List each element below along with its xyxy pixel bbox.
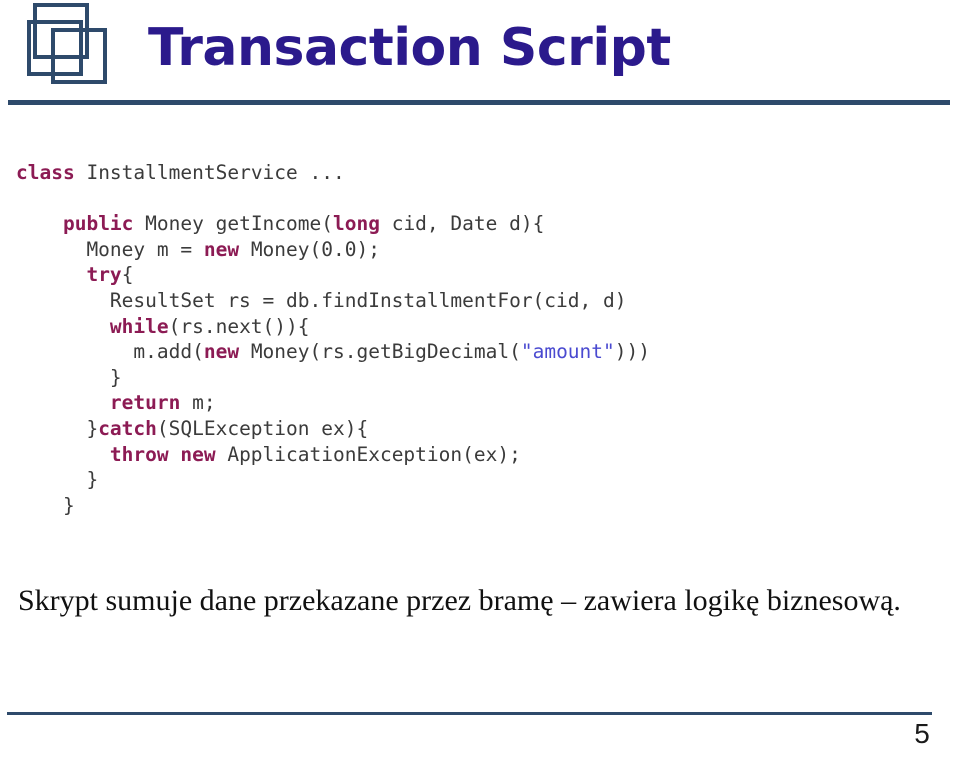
- code-line: try{: [16, 262, 960, 288]
- code-keyword: catch: [98, 416, 157, 440]
- code-line: while(rs.next()){: [16, 314, 960, 340]
- code-line: m.add(new Money(rs.getBigDecimal("amount…: [16, 339, 960, 365]
- code-text: Money m =: [16, 237, 204, 261]
- code-text: }: [16, 365, 122, 389]
- code-text: (rs.next()){: [168, 314, 310, 338]
- code-text: }: [16, 493, 75, 517]
- code-keyword: try: [86, 263, 122, 287]
- code-keyword: public: [62, 212, 146, 236]
- code-text: Money(rs.getBigDecimal(: [250, 340, 521, 364]
- code-keyword: class: [16, 161, 87, 184]
- code-text: {: [121, 263, 134, 287]
- code-keyword: new: [203, 340, 251, 364]
- code-text: }: [16, 416, 99, 440]
- code-line: }: [16, 467, 960, 493]
- code-text: (SQLException ex){: [156, 416, 369, 440]
- footer-divider: [7, 712, 932, 715]
- page-number: 5: [914, 718, 930, 749]
- code-line: ResultSet rs = db.findInstallmentFor(cid…: [16, 288, 960, 314]
- page-title: Transaction Script: [148, 18, 671, 78]
- code-keyword: new: [203, 237, 251, 261]
- code-keyword: return: [109, 391, 193, 415]
- code-keyword: while: [109, 314, 169, 338]
- code-text: ))): [614, 340, 650, 364]
- code-keyword: throw new: [109, 442, 228, 466]
- code-text: cid, Date d){: [391, 212, 545, 236]
- code-line: Money m = new Money(0.0);: [16, 237, 960, 263]
- header-divider: [8, 100, 950, 105]
- code-line: ​: [16, 186, 960, 212]
- code-string: "amount": [520, 340, 615, 364]
- code-keyword: long: [333, 212, 392, 236]
- slide-header: Transaction Script: [0, 0, 960, 108]
- code-line: }: [16, 365, 960, 391]
- code-line: class InstallmentService ...: [16, 160, 960, 186]
- code-text: Money(0.0);: [250, 237, 380, 261]
- code-text: Money getIncome(: [145, 212, 333, 236]
- code-text: }: [16, 468, 99, 492]
- code-line: return m;: [16, 390, 960, 416]
- code-line: }: [16, 493, 960, 519]
- code-text: ApplicationException(ex);: [227, 442, 521, 466]
- code-text: InstallmentService ...: [86, 161, 345, 184]
- three-overlapping-squares-logo-icon: [8, 2, 120, 102]
- code-listing: class InstallmentService ...​ public Mon…: [16, 160, 960, 518]
- code-text: m.add(: [16, 340, 204, 364]
- code-line: public Money getIncome(long cid, Date d)…: [16, 211, 960, 237]
- code-text: m;: [192, 391, 216, 415]
- slide-body-paragraph: Skrypt sumuje dane przekazane przez bram…: [18, 584, 901, 617]
- code-line: throw new ApplicationException(ex);: [16, 442, 960, 468]
- code-text: ResultSet rs = db.findInstallmentFor(cid…: [16, 288, 627, 312]
- code-line: }catch(SQLException ex){: [16, 416, 960, 442]
